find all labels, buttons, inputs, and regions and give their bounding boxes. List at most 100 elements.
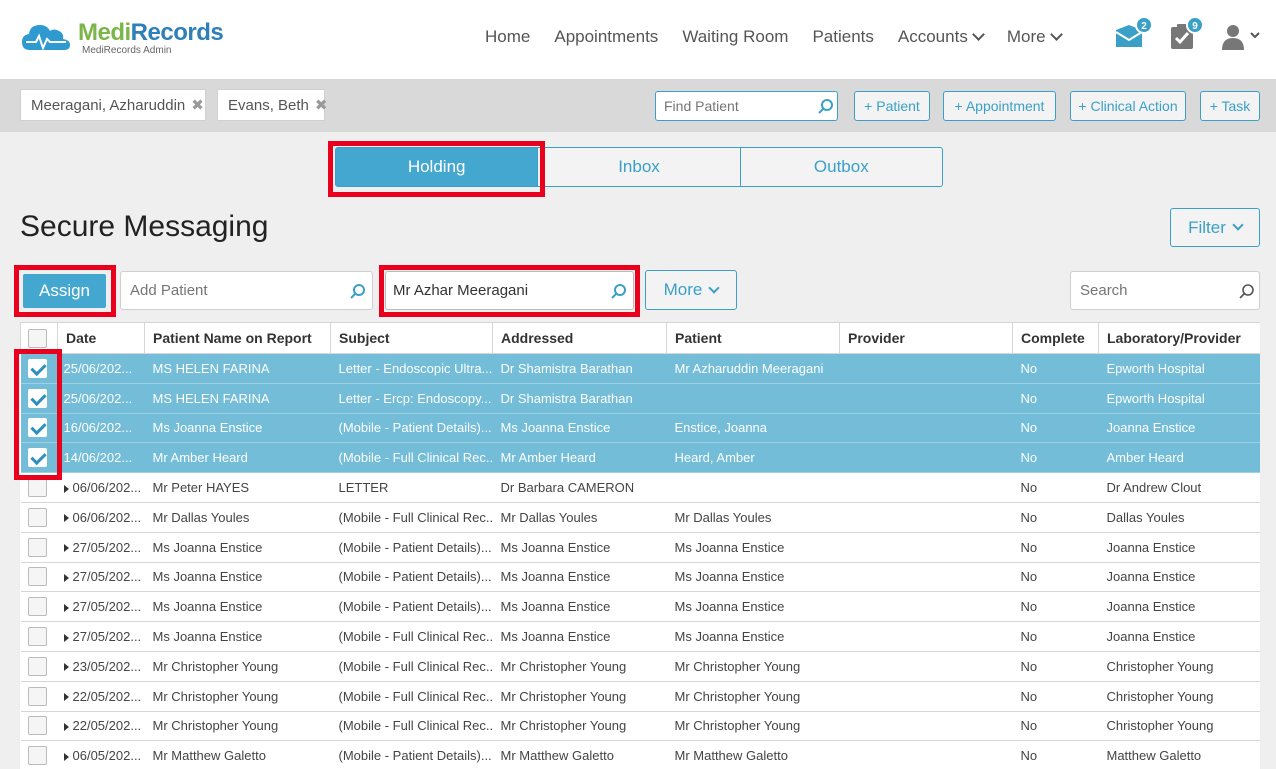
select-all-cell bbox=[20, 322, 58, 354]
row-checkbox[interactable] bbox=[27, 627, 47, 647]
column-header-subject[interactable]: Subject bbox=[330, 322, 493, 354]
table-row[interactable]: 27/05/202... Ms Joanna Enstice (Mobile - P… bbox=[20, 532, 1260, 563]
table-row[interactable]: 06/06/202... Mr Peter HAYES LETTER Dr Barba… bbox=[20, 472, 1260, 503]
tab-holding[interactable]: Holding bbox=[336, 148, 538, 186]
add-patient-field[interactable] bbox=[120, 271, 373, 310]
nav-waiting-room[interactable]: Waiting Room bbox=[682, 27, 788, 47]
patient-search-input[interactable] bbox=[393, 282, 591, 299]
select-all-checkbox[interactable] bbox=[28, 328, 47, 348]
table-row[interactable]: 27/05/202... Ms Joanna Enstice (Mobile - P… bbox=[20, 591, 1260, 623]
row-checkbox[interactable] bbox=[27, 567, 47, 587]
tab-outbox[interactable]: Outbox bbox=[739, 148, 942, 186]
subject-cell: (Mobile - Full Clinical Rec... bbox=[330, 651, 493, 682]
search-icon[interactable] bbox=[611, 283, 627, 299]
close-icon[interactable]: ✖ bbox=[191, 96, 204, 114]
brand-subtitle: MediRecords Admin bbox=[82, 45, 172, 56]
table-row[interactable]: 16/06/202... Ms Joanna Enstice (Mobile - P… bbox=[20, 413, 1260, 444]
patient-name-cell: Mr Christopher Young bbox=[144, 651, 331, 682]
search-icon[interactable] bbox=[350, 283, 366, 299]
assign-button[interactable]: Assign bbox=[23, 274, 106, 308]
search-field[interactable] bbox=[1070, 271, 1260, 310]
add-patient-button[interactable]: + Patient bbox=[854, 91, 930, 121]
nav-appointments[interactable]: Appointments bbox=[554, 27, 658, 47]
table-row[interactable]: 23/05/202... Mr Christopher Young (Mobile … bbox=[20, 651, 1260, 682]
row-checkbox[interactable] bbox=[27, 597, 47, 617]
table-row[interactable]: 27/05/202... Ms Joanna Enstice (Mobile - P… bbox=[20, 562, 1260, 593]
expand-row-icon[interactable] bbox=[63, 693, 69, 702]
add-patient-input[interactable] bbox=[130, 282, 331, 299]
date-cell: 27/05/202... bbox=[57, 621, 145, 652]
nav-more-label: More bbox=[1006, 27, 1046, 46]
find-patient-field[interactable] bbox=[655, 91, 838, 121]
tab-inbox[interactable]: Inbox bbox=[537, 148, 739, 186]
expand-row-icon[interactable] bbox=[63, 484, 69, 493]
table-row[interactable]: 27/05/202... Ms Joanna Enstice (Mobile - F… bbox=[20, 621, 1260, 652]
table-row[interactable]: 14/06/202... Mr Amber Heard (Mobile - Full… bbox=[20, 442, 1260, 474]
row-checkbox[interactable] bbox=[27, 746, 47, 766]
table-row[interactable]: 25/06/202... MS HELEN FARINA Letter - Endo… bbox=[20, 353, 1260, 384]
complete-cell: No bbox=[1012, 591, 1099, 623]
add-clinical-action-button[interactable]: + Clinical Action bbox=[1070, 91, 1186, 121]
patient-cell: Ms Joanna Enstice bbox=[666, 532, 840, 563]
table-row[interactable]: 06/05/202... Mr Matthew Galetto (Mobile - … bbox=[20, 740, 1260, 769]
column-header-complete[interactable]: Complete bbox=[1012, 322, 1099, 354]
subject-cell: (Mobile - Patient Details)... bbox=[330, 413, 493, 444]
filter-button[interactable]: Filter bbox=[1170, 208, 1260, 247]
expand-row-icon[interactable] bbox=[63, 544, 69, 553]
row-checkbox[interactable] bbox=[27, 418, 47, 438]
expand-row-icon[interactable] bbox=[63, 752, 69, 761]
add-task-button[interactable]: + Task bbox=[1200, 91, 1260, 121]
nav-home[interactable]: Home bbox=[485, 27, 530, 47]
search-icon[interactable] bbox=[1239, 283, 1255, 299]
addressed-cell: Mr Christopher Young bbox=[492, 681, 667, 712]
row-checkbox[interactable] bbox=[27, 448, 47, 468]
nav-more[interactable]: More bbox=[1006, 27, 1063, 47]
add-appointment-button[interactable]: + Appointment bbox=[943, 91, 1056, 121]
lab-provider-cell: Christopher Young bbox=[1098, 681, 1260, 712]
search-input[interactable] bbox=[1080, 282, 1231, 299]
search-icon[interactable] bbox=[818, 98, 834, 114]
patient-tab[interactable]: Evans, Beth ✖ bbox=[217, 89, 328, 121]
more-button[interactable]: More bbox=[645, 270, 737, 310]
column-header-patient[interactable]: Patient bbox=[666, 322, 840, 354]
row-checkbox[interactable] bbox=[27, 478, 47, 498]
column-header-laboratory-provider[interactable]: Laboratory/Provider bbox=[1098, 322, 1260, 354]
expand-row-icon[interactable] bbox=[63, 633, 69, 642]
nav-patients[interactable]: Patients bbox=[812, 27, 873, 47]
patient-tab[interactable]: Meeragani, Azharuddin ✖ bbox=[20, 89, 206, 121]
subject-cell: (Mobile - Patient Details)... bbox=[330, 562, 493, 593]
table-row[interactable]: 22/05/202... Mr Christopher Young (Mobile … bbox=[20, 681, 1260, 712]
expand-row-icon[interactable] bbox=[63, 574, 69, 583]
row-checkbox[interactable] bbox=[27, 537, 47, 557]
row-checkbox[interactable] bbox=[27, 388, 47, 408]
date-text: 06/06/202... bbox=[72, 480, 142, 496]
medirecords-logo[interactable]: MediRecords MediRecords Admin bbox=[20, 20, 224, 60]
table-row[interactable]: 25/06/202... MS HELEN FARINA Letter - Ercp… bbox=[20, 383, 1260, 414]
row-checkbox[interactable] bbox=[27, 656, 47, 676]
column-header-provider[interactable]: Provider bbox=[839, 322, 1013, 354]
row-checkbox[interactable] bbox=[27, 686, 47, 706]
expand-row-icon[interactable] bbox=[63, 603, 69, 612]
complete-cell: No bbox=[1012, 502, 1099, 533]
close-icon[interactable]: ✖ bbox=[315, 96, 328, 114]
find-patient-input[interactable] bbox=[664, 98, 814, 114]
user-menu[interactable] bbox=[1222, 24, 1262, 55]
column-header-date[interactable]: Date bbox=[57, 322, 145, 354]
expand-row-icon[interactable] bbox=[63, 514, 69, 523]
column-header-addressed[interactable]: Addressed bbox=[492, 322, 667, 354]
table-row[interactable]: 06/06/202... Mr Dallas Youles (Mobile - Fu… bbox=[20, 502, 1260, 533]
message-folder-tabs: Holding Inbox Outbox bbox=[335, 147, 943, 187]
row-checkbox[interactable] bbox=[27, 507, 47, 527]
date-cell: 27/05/202... bbox=[57, 591, 145, 623]
expand-row-icon[interactable] bbox=[63, 723, 69, 732]
patient-search-field[interactable] bbox=[385, 271, 634, 310]
table-row[interactable]: 22/05/202... Mr Christopher Young (Mobile … bbox=[20, 711, 1260, 742]
column-header-patient-name-on-report[interactable]: Patient Name on Report bbox=[144, 322, 331, 354]
nav-accounts[interactable]: Accounts bbox=[898, 27, 985, 47]
addressed-cell: Mr Amber Heard bbox=[492, 442, 667, 474]
row-checkbox[interactable] bbox=[27, 358, 47, 378]
tasks-icon[interactable]: 9 bbox=[1170, 16, 1204, 55]
messages-icon[interactable]: 2 bbox=[1115, 16, 1153, 53]
expand-row-icon[interactable] bbox=[63, 663, 69, 672]
row-checkbox[interactable] bbox=[27, 716, 47, 736]
